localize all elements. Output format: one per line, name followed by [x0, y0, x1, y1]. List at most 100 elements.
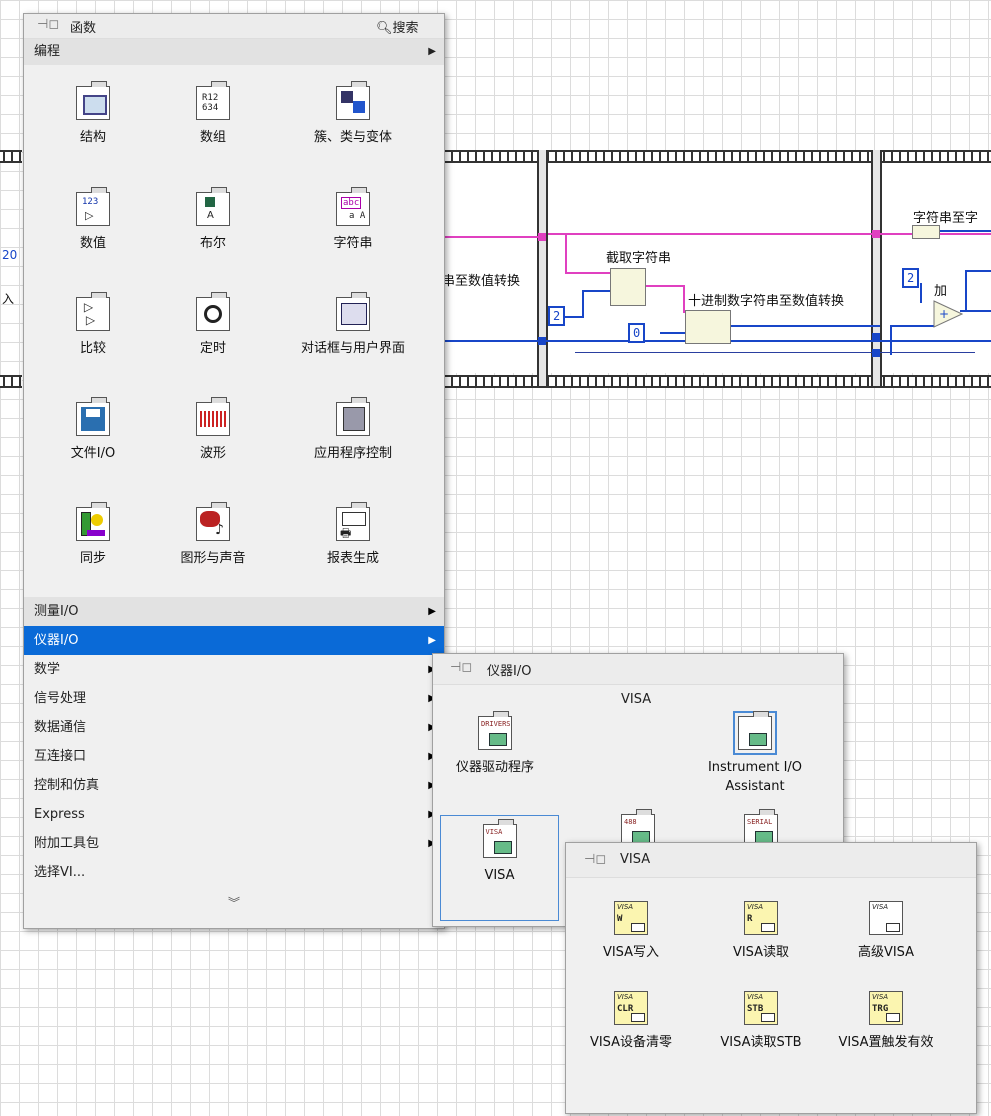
- search-button[interactable]: 🔍︎搜索: [376, 17, 419, 36]
- sequence-frame-bottom-border: [440, 375, 991, 388]
- palette-item-label: 数组: [199, 130, 226, 145]
- string-to-number-label: 串至数值转换: [442, 274, 521, 289]
- palette-title: 函数: [70, 21, 97, 36]
- numeric-wire: [920, 283, 922, 303]
- palette-item[interactable]: 波形: [158, 397, 268, 463]
- instrument-palette-item[interactable]: Instrument I/O Assistant: [695, 711, 815, 796]
- menu-item[interactable]: 数学▶: [24, 655, 444, 684]
- numeric-constant[interactable]: 2: [902, 268, 920, 288]
- visa-palette[interactable]: ⊣◻ VISA VISA W VISA写入 VISA R VISA读取 VISA 高级VISA…: [565, 842, 977, 1114]
- pin-icon[interactable]: ⊣◻: [584, 852, 606, 867]
- string-wire: [565, 233, 567, 273]
- palette-title: 仪器I/O: [487, 664, 532, 679]
- left-numeric-indicator: 20: [2, 248, 18, 262]
- menu-item-label: 仪器I/O: [34, 633, 79, 648]
- palette-item-label: 数值: [79, 236, 106, 251]
- menu-item-label: 数学: [34, 662, 61, 677]
- string-tunnel: [538, 233, 546, 241]
- visa-palette-item[interactable]: VISA R VISA读取: [696, 901, 826, 962]
- menu-item[interactable]: 信号处理▶: [24, 684, 444, 713]
- pin-icon[interactable]: ⊣◻: [450, 660, 472, 675]
- sync-icon: [76, 502, 110, 541]
- palette-titlebar[interactable]: ⊣◻ VISA: [566, 843, 976, 878]
- instrument-icon: VISA: [482, 819, 517, 858]
- visa-palette-item[interactable]: VISA STB VISA读取STB: [696, 991, 826, 1052]
- menu-item-label: 数据通信: [34, 720, 87, 735]
- palette-item[interactable]: 文件I/O: [38, 397, 148, 463]
- visa-item-label: VISA写入: [602, 945, 660, 960]
- add-node[interactable]: +: [933, 300, 963, 328]
- menu-item[interactable]: 互连接口▶: [24, 742, 444, 771]
- instrument-palette-item[interactable]: DRIVERS 仪器驱动程序: [435, 711, 555, 777]
- category-header-programming[interactable]: 编程 ▶: [24, 39, 444, 65]
- comparison-icon: ▷ ▷: [76, 292, 110, 331]
- numeric-constant[interactable]: 2: [548, 306, 566, 326]
- numeric-wire: [582, 290, 584, 318]
- palette-item[interactable]: 对话框与用户界面: [298, 292, 408, 358]
- palette-item[interactable]: R12 634 数组: [158, 81, 268, 147]
- array-icon: R12 634: [196, 81, 230, 120]
- palette-item-label: 字符串: [333, 236, 373, 251]
- menu-item[interactable]: 附加工具包▶: [24, 829, 444, 858]
- palette-item[interactable]: 簇、类与变体: [298, 81, 408, 147]
- search-icon: 🔍︎: [376, 21, 393, 36]
- instrument-palette-item[interactable]: VISA VISA: [440, 815, 559, 921]
- menu-item[interactable]: 控制和仿真▶: [24, 771, 444, 800]
- visa-item-label: VISA读取: [732, 945, 790, 960]
- palette-item[interactable]: 应用程序控制: [298, 397, 408, 463]
- menu-item-label: 测量I/O: [34, 604, 79, 619]
- category-label: 编程: [34, 44, 61, 59]
- numeric-constant[interactable]: 0: [628, 323, 646, 343]
- visa-function-icon: VISA STB: [744, 991, 778, 1025]
- visa-palette-item[interactable]: VISA TRG VISA置触发有效: [821, 991, 951, 1052]
- submenu-arrow-icon: ▶: [428, 635, 436, 646]
- numeric-wire: [890, 325, 892, 355]
- palette-titlebar[interactable]: ⊣◻ 函数 🔍︎搜索: [24, 14, 444, 39]
- palette-item-label: 应用程序控制: [313, 446, 392, 461]
- palette-item[interactable]: 同步: [38, 502, 148, 568]
- palette-item[interactable]: A 布尔: [158, 187, 268, 253]
- menu-item[interactable]: 选择VI...: [24, 858, 444, 887]
- visa-function-icon: VISA W: [614, 901, 648, 935]
- palette-item-label: 簇、类与变体: [313, 130, 392, 145]
- double-chevron-down-icon[interactable]: ︾: [228, 894, 240, 911]
- waveform-icon: [196, 397, 230, 436]
- palette-item[interactable]: 定时: [158, 292, 268, 358]
- decimal-string-to-number-node[interactable]: [685, 310, 731, 344]
- palette-item[interactable]: abc a A 字符串: [298, 187, 408, 253]
- palette-item[interactable]: ♪ 图形与声音: [158, 502, 268, 568]
- visa-palette-item[interactable]: VISA W VISA写入: [566, 901, 696, 962]
- numeric-wire: [575, 352, 975, 353]
- visa-function-icon: VISA R: [744, 901, 778, 935]
- palette-item-label: 报表生成: [326, 551, 379, 566]
- sequence-frame-bottom-left: [0, 375, 22, 388]
- visa-item-label: 高级VISA: [857, 945, 915, 960]
- menu-item[interactable]: 仪器I/O ▶: [24, 626, 444, 655]
- numeric-wire: [965, 270, 991, 272]
- palette-item[interactable]: 结构: [38, 81, 148, 147]
- visa-palette-item[interactable]: VISA 高级VISA: [821, 901, 951, 962]
- palette-item[interactable]: 123 ▷ 数值: [38, 187, 148, 253]
- palette-item[interactable]: ▷ ▷ 比较: [38, 292, 148, 358]
- numeric-icon: 123 ▷: [76, 187, 110, 226]
- substring-node[interactable]: [610, 268, 646, 306]
- numeric-wire: [960, 310, 991, 312]
- palette-item[interactable]: 🖶 报表生成: [298, 502, 408, 568]
- timing-icon: [196, 292, 230, 331]
- visa-item-label: VISA设备清零: [589, 1035, 673, 1050]
- palette-titlebar[interactable]: ⊣◻ 仪器I/O: [433, 654, 843, 685]
- menu-item-label: 控制和仿真: [34, 778, 100, 793]
- visa-item-label: VISA置触发有效: [838, 1035, 934, 1050]
- app-control-icon: [336, 397, 370, 436]
- palette-item-label: 比较: [79, 341, 106, 356]
- menu-item[interactable]: Express▶: [24, 800, 444, 829]
- string-to-node[interactable]: [912, 225, 940, 239]
- pin-icon[interactable]: ⊣◻: [37, 17, 59, 32]
- palette-item-label: 波形: [199, 446, 226, 461]
- string-wire: [565, 272, 610, 274]
- menu-item[interactable]: 数据通信▶: [24, 713, 444, 742]
- numeric-wire: [965, 270, 967, 310]
- visa-palette-item[interactable]: VISA CLR VISA设备清零: [566, 991, 696, 1052]
- menu-item[interactable]: 测量I/O ▶: [24, 597, 444, 626]
- functions-palette[interactable]: ⊣◻ 函数 🔍︎搜索 编程 ▶ 结构 R12 634 数组 簇、类与变体 123 ▷ 数值 A 布…: [23, 13, 445, 929]
